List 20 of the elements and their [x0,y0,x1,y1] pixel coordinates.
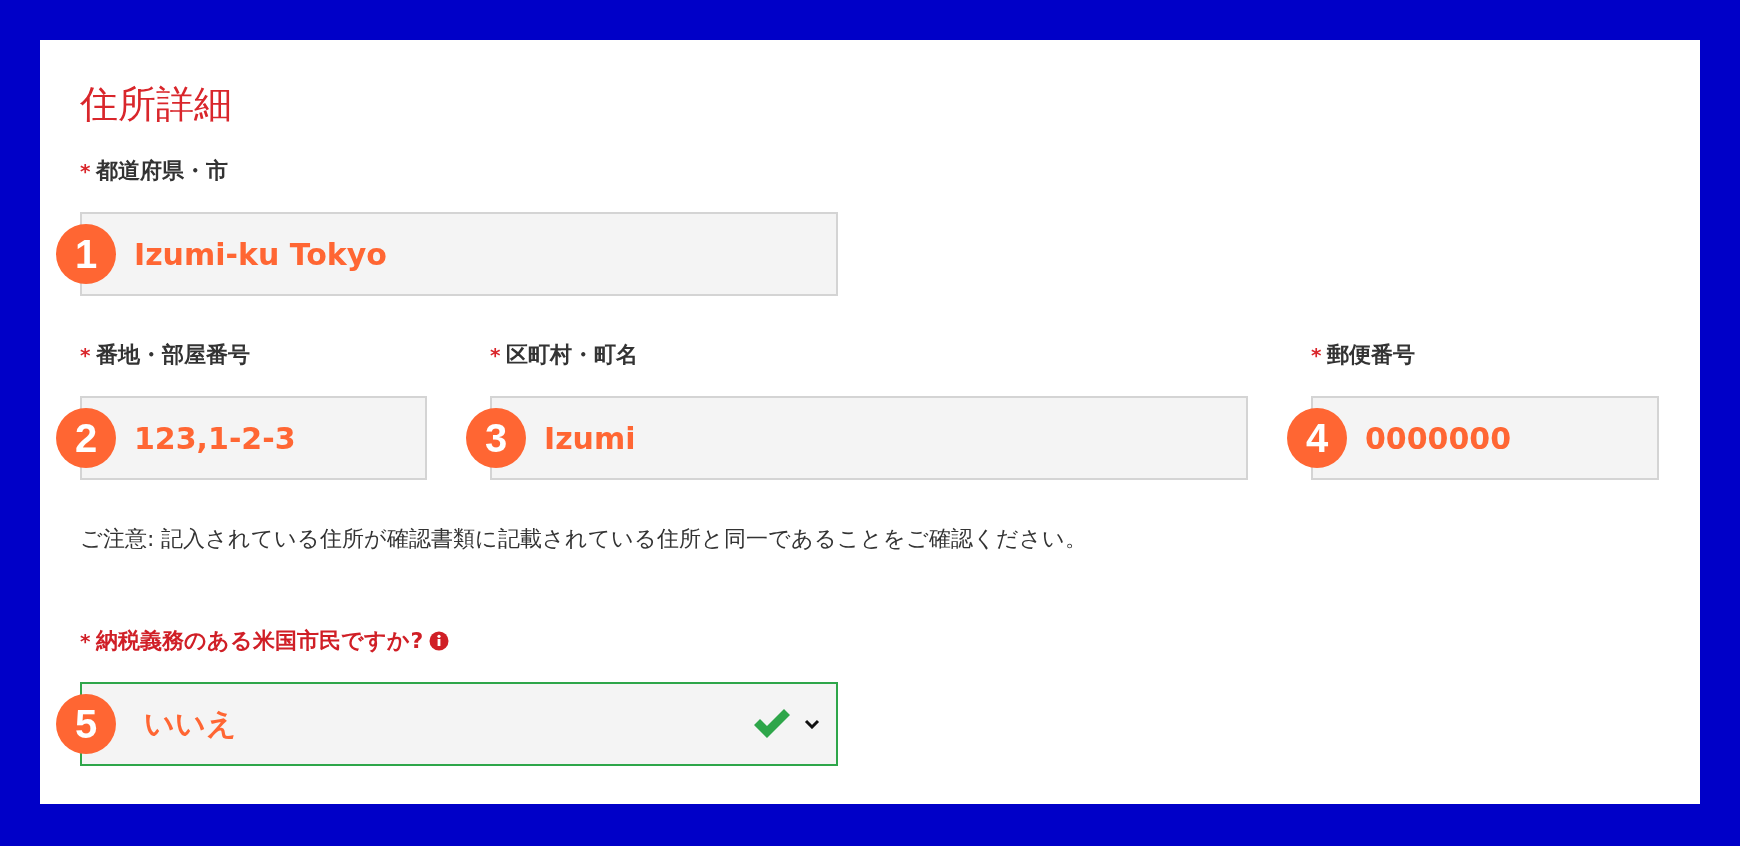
number-badge: 2 [56,408,116,468]
field-label: 番地・部屋番号 [96,341,251,369]
chevron-down-icon [804,719,820,729]
number-badge: 5 [56,694,116,754]
field-label: 納税義務のある米国市民ですか? [96,627,424,655]
required-asterisk: * [80,159,91,183]
notice-text: ご注意: 記入されている住所が確認書類に記載されている住所と同一であることをご確認ください。 [80,525,1089,553]
number-badge: 3 [466,408,526,468]
required-asterisk: * [1311,343,1322,367]
info-icon[interactable] [429,631,450,651]
field-label: 都道府県・市 [96,157,229,185]
required-asterisk: * [490,343,501,367]
number-badge: 1 [56,224,116,284]
check-icon [752,708,792,740]
section-title: 住所詳細 [80,81,233,128]
field-label: 郵便番号 [1327,341,1416,369]
field-label: 区町村・町名 [506,341,639,369]
number-badge: 4 [1287,408,1347,468]
required-asterisk: * [80,343,91,367]
required-asterisk: * [80,629,91,653]
